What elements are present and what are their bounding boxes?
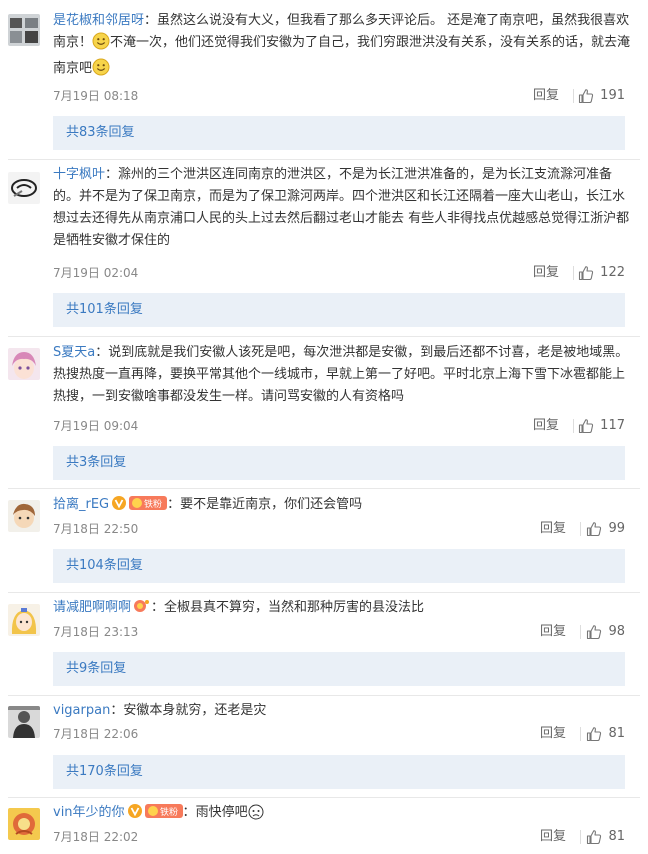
- username-link[interactable]: 请减肥啊啊啊: [53, 600, 131, 615]
- svg-text:铁粉: 铁粉: [144, 498, 162, 510]
- reply-button[interactable]: 回复: [540, 724, 566, 744]
- divider: [573, 266, 574, 280]
- reply-button[interactable]: 回复: [540, 827, 566, 847]
- more-replies-box[interactable]: 共101条回复: [53, 293, 625, 327]
- thumbs-up-icon: [579, 89, 594, 104]
- reply-button[interactable]: 回复: [533, 416, 559, 436]
- divider: [573, 419, 574, 433]
- avatar[interactable]: [8, 14, 40, 46]
- fan-badge-icon: [133, 598, 151, 622]
- comment-text: vin年少的你 铁粉 ：雨快停吧: [53, 802, 633, 828]
- username-link[interactable]: 十字枫叶: [53, 167, 105, 182]
- reply-button[interactable]: 回复: [540, 622, 566, 642]
- comment-text: vigarpan：安徽本身就穷，还老是灾: [53, 703, 267, 718]
- divider: [8, 695, 640, 696]
- username-link[interactable]: 是花椒和邻居呀: [53, 13, 144, 28]
- more-replies-link[interactable]: 共104条回复: [66, 549, 143, 583]
- avatar[interactable]: [8, 706, 40, 738]
- comment-text: 请减肥啊啊啊 ：全椒县真不算穷，当然和那种厉害的县没法比: [53, 597, 633, 622]
- reply-button[interactable]: 回复: [533, 263, 559, 283]
- thumbs-up-icon: [587, 727, 602, 742]
- avatar[interactable]: [8, 808, 40, 840]
- like-count: 98: [608, 624, 625, 639]
- comment-meta: 7月19日 08:18 回复 191: [53, 86, 625, 106]
- comment-meta: 7月19日 02:04 回复 122: [53, 263, 625, 283]
- reply-button[interactable]: 回复: [533, 86, 559, 106]
- comment-date: 7月19日 02:04: [53, 266, 139, 280]
- thumbs-up-icon: [579, 266, 594, 281]
- svg-text:铁粉: 铁粉: [160, 806, 178, 818]
- divider: [8, 159, 640, 160]
- avatar[interactable]: [8, 348, 40, 380]
- comment-date: 7月18日 23:13: [53, 625, 139, 639]
- comment-date: 7月19日 08:18: [53, 89, 139, 103]
- like-button[interactable]: 81: [586, 724, 625, 744]
- avatar[interactable]: [8, 172, 40, 204]
- thumbs-up-icon: [587, 830, 602, 845]
- divider: [8, 797, 640, 798]
- username-link[interactable]: S夏天a: [53, 345, 95, 360]
- thumbs-up-icon: [587, 522, 602, 537]
- smile-emoji-icon: [92, 58, 110, 84]
- like-button[interactable]: 122: [578, 263, 625, 283]
- comment-date: 7月19日 09:04: [53, 419, 139, 433]
- fan-badge-icon: 铁粉: [144, 803, 183, 827]
- comment-meta: 7月19日 09:04 回复 117: [53, 416, 625, 436]
- more-replies-link[interactable]: 共3条回复: [66, 446, 126, 480]
- username-link[interactable]: 拾离_rEG: [53, 497, 109, 512]
- crying-emoji-icon: [248, 804, 264, 828]
- more-replies-box[interactable]: 共3条回复: [53, 446, 625, 480]
- like-count: 81: [608, 726, 625, 741]
- avatar[interactable]: [8, 500, 40, 532]
- comment-meta: 7月18日 22:06 回复 81: [53, 724, 625, 744]
- thumbs-up-icon: [587, 625, 602, 640]
- more-replies-link[interactable]: 共170条回复: [66, 755, 143, 789]
- divider: [8, 336, 640, 337]
- divider: [8, 488, 640, 489]
- username-link[interactable]: vin年少的你: [53, 805, 125, 820]
- more-replies-box[interactable]: 共83条回复: [53, 116, 625, 150]
- divider: [580, 522, 581, 536]
- divider: [573, 89, 574, 103]
- more-replies-link[interactable]: 共9条回复: [66, 652, 126, 686]
- comment-meta: 7月18日 23:13 回复 98: [53, 622, 625, 642]
- like-count: 81: [608, 829, 625, 844]
- comment-date: 7月18日 22:02: [53, 830, 139, 844]
- divider: [580, 625, 581, 639]
- more-replies-box[interactable]: 共104条回复: [53, 549, 625, 583]
- avatar[interactable]: [8, 604, 40, 636]
- comment-date: 7月18日 22:50: [53, 522, 139, 536]
- like-count: 117: [600, 418, 625, 433]
- like-button[interactable]: 99: [586, 519, 625, 539]
- more-replies-box[interactable]: 共9条回复: [53, 652, 625, 686]
- fan-badge-icon: 铁粉: [129, 495, 168, 519]
- username-link[interactable]: vigarpan: [53, 703, 110, 718]
- more-replies-link[interactable]: 共101条回复: [66, 293, 143, 327]
- like-button[interactable]: 117: [578, 416, 625, 436]
- comment-text: 十字枫叶：滁州的三个泄洪区连同南京的泄洪区，不是为长江泄洪准备的，是为长江支流滁…: [53, 167, 630, 248]
- smile-emoji-icon: [92, 32, 110, 58]
- comment-meta: 7月18日 22:02 回复 81: [53, 827, 625, 847]
- like-count: 122: [600, 265, 625, 280]
- divider: [580, 727, 581, 741]
- comment-text: S夏天a：说到底就是我们安徽人该死是吧，每次泄洪都是安徽，到最后还都不讨喜，老是…: [53, 345, 629, 404]
- reply-button[interactable]: 回复: [540, 519, 566, 539]
- like-count: 191: [600, 88, 625, 103]
- more-replies-box[interactable]: 共170条回复: [53, 755, 625, 789]
- like-button[interactable]: 191: [578, 86, 625, 106]
- like-button[interactable]: 98: [586, 622, 625, 642]
- more-replies-link[interactable]: 共83条回复: [66, 116, 135, 150]
- comment-text: 是花椒和邻居呀：虽然这么说没有大义，但我看了那么多天评论后。 还是淹了南京吧，虽…: [53, 10, 633, 84]
- divider: [8, 592, 640, 593]
- comment-date: 7月18日 22:06: [53, 727, 139, 741]
- comment-text: 拾离_rEG 铁粉 ：要不是靠近南京，你们还会管吗: [53, 494, 633, 519]
- divider: [580, 830, 581, 844]
- comment-meta: 7月18日 22:50 回复 99: [53, 519, 625, 539]
- thumbs-up-icon: [579, 419, 594, 434]
- like-count: 99: [608, 521, 625, 536]
- like-button[interactable]: 81: [586, 827, 625, 847]
- verified-v-icon: [111, 495, 127, 519]
- verified-v-icon: [127, 803, 143, 827]
